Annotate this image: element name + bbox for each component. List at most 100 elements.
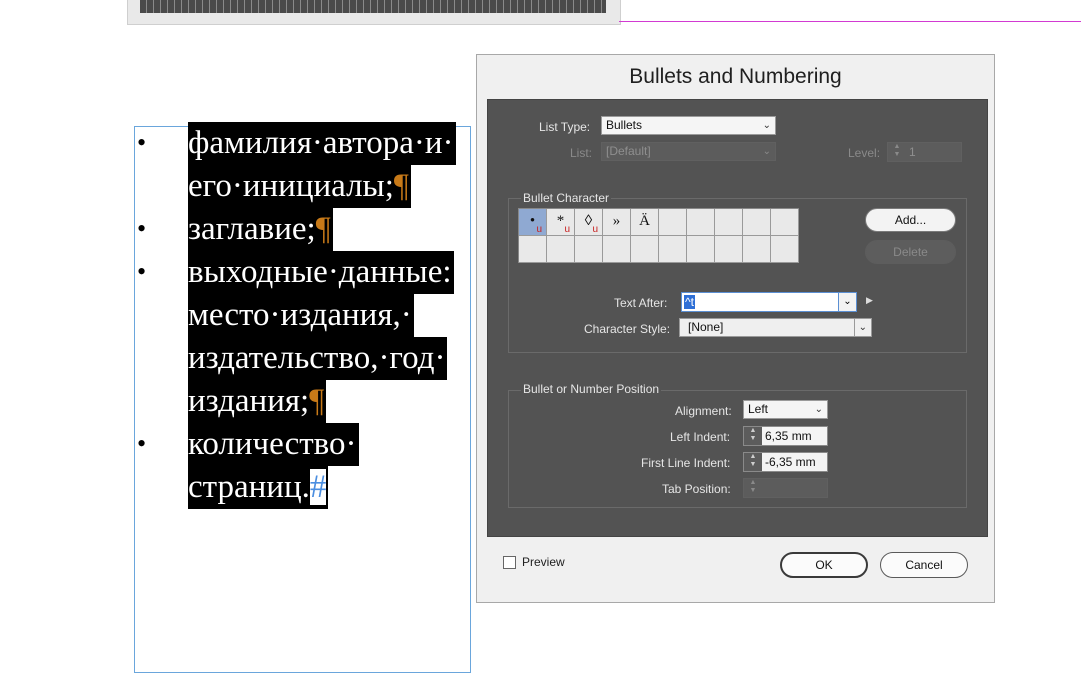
first-line-indent-label: First Line Indent: (641, 456, 731, 470)
line-text: его·инициалы; (188, 168, 394, 204)
dialog-title: Bullets and Numbering (629, 65, 842, 88)
bullet-glyph-cell-empty[interactable] (687, 209, 715, 236)
tab-position-label: Tab Position: (662, 482, 731, 496)
bullet-1: • (137, 128, 147, 157)
bullet-glyph-cell-empty[interactable] (743, 236, 771, 263)
bullet-glyph-cell-empty[interactable] (547, 236, 575, 263)
list-type-select[interactable]: Bullets ⌄ (601, 116, 776, 135)
list-label: List: (570, 146, 593, 160)
flyout-arrow-icon[interactable]: ▶ (866, 295, 873, 306)
glyph: Ä (639, 213, 650, 229)
bullet-glyph-cell-empty[interactable] (519, 236, 547, 263)
pilcrow-mark: ¶ (309, 383, 325, 419)
chevron-down-icon: ⌄ (853, 319, 867, 336)
bullet-glyph-cell[interactable]: » (603, 209, 631, 236)
line-text: место·издания,· (188, 297, 412, 333)
character-style-select[interactable]: [None] ⌄ (679, 318, 872, 337)
first-line-indent-value: -6,35 mm (762, 453, 827, 471)
left-indent-label: Left Indent: (670, 430, 731, 444)
glyph: * (556, 213, 565, 229)
chevron-down-icon[interactable]: ⌄ (838, 292, 857, 312)
bullet-character-title: Bullet Character (521, 191, 612, 205)
level-label: Level: (848, 146, 881, 160)
text-line[interactable]: заглавие;¶ (188, 208, 333, 251)
bullet-2: • (137, 214, 147, 243)
bullet-glyph-cell[interactable]: * u (547, 209, 575, 236)
ok-button[interactable]: OK (780, 552, 868, 578)
list-type-label: List Type: (539, 120, 591, 134)
left-indent-stepper[interactable]: ▲ ▼ 6,35 mm (743, 426, 828, 446)
text-after-input[interactable]: ^t (681, 292, 857, 312)
text-line[interactable]: место·издания,· (188, 294, 414, 337)
stepper-arrows-icon[interactable]: ▲ ▼ (744, 453, 763, 471)
chevron-down-icon: ⌄ (762, 146, 771, 157)
bullet-glyph-cell-empty[interactable] (575, 236, 603, 263)
control-panel-remnant (127, 0, 621, 25)
text-line[interactable]: издания;¶ (188, 380, 327, 423)
character-style-label: Character Style: (584, 322, 671, 336)
glyph-flag: u (564, 224, 570, 235)
text-line[interactable]: фамилия·автора·и· (188, 122, 456, 165)
cancel-button[interactable]: Cancel (880, 552, 968, 578)
list-select[interactable]: [Default] ⌄ (601, 142, 776, 161)
bullet-glyph-cell[interactable]: • u (519, 209, 547, 236)
glyph-flag: u (592, 224, 598, 235)
bullet-glyph-cell-empty[interactable] (687, 236, 715, 263)
stepper-arrows-icon[interactable]: ▲ ▼ (744, 479, 763, 497)
text-line[interactable]: страниц.# (188, 466, 329, 509)
pilcrow-mark: ¶ (315, 211, 331, 247)
line-text: количество· (188, 426, 357, 462)
bullets-and-numbering-dialog: Bullets and Numbering List Type: Bullets… (476, 54, 995, 603)
level-stepper[interactable]: ▲ ▼ 1 (887, 142, 962, 162)
alignment-label: Alignment: (675, 404, 732, 418)
tab-position-stepper[interactable]: ▲ ▼ (743, 478, 828, 498)
bullet-glyph-cell-empty[interactable] (603, 236, 631, 263)
tab-position-value (762, 479, 827, 497)
delete-glyph-button[interactable]: Delete (865, 240, 956, 264)
stepper-arrows-icon[interactable]: ▲ ▼ (888, 143, 907, 161)
bullet-3: • (137, 257, 147, 286)
end-of-story-mark: # (309, 469, 327, 505)
left-indent-value: 6,35 mm (762, 427, 827, 445)
text-line[interactable]: его·инициалы;¶ (188, 165, 411, 208)
bullet-glyph-cell-empty[interactable] (631, 236, 659, 263)
bullet-glyph-cell-empty[interactable] (659, 209, 687, 236)
preview-checkbox[interactable] (503, 556, 516, 569)
text-after-value: ^t (684, 295, 695, 309)
level-value: 1 (906, 143, 961, 161)
bullet-glyph-cell-empty[interactable] (715, 236, 743, 263)
first-line-indent-stepper[interactable]: ▲ ▼ -6,35 mm (743, 452, 828, 472)
line-text: заглавие; (188, 211, 316, 247)
alignment-select[interactable]: Left ⌄ (743, 400, 828, 419)
bullet-glyph-cell-empty[interactable] (659, 236, 687, 263)
character-style-value: [None] (688, 320, 724, 334)
bullet-glyph-cell-empty[interactable] (771, 209, 799, 236)
text-line[interactable]: количество· (188, 423, 359, 466)
bullet-glyph-cell[interactable]: ◊ u (575, 209, 603, 236)
alignment-value: Left (748, 402, 769, 416)
list-type-value: Bullets (606, 118, 643, 132)
text-line[interactable]: издательство,·год· (188, 337, 448, 380)
bullet-4: • (137, 429, 147, 458)
glyph: » (612, 213, 621, 229)
bullet-glyph-cell-empty[interactable] (771, 236, 799, 263)
add-glyph-button[interactable]: Add... (865, 208, 956, 232)
ruler (140, 0, 606, 13)
line-text: фамилия·автора·и· (188, 125, 454, 161)
text-line[interactable]: выходные·данные: (188, 251, 454, 294)
line-text: выходные·данные: (188, 254, 452, 290)
line-text: издания; (188, 383, 310, 419)
dialog-body: List Type: Bullets ⌄ List: [Default] ⌄ L… (487, 99, 988, 537)
chevron-down-icon: ⌄ (762, 120, 771, 131)
bullet-position-group (508, 390, 967, 508)
preview-label: Preview (522, 555, 565, 569)
bullet-glyph-cell[interactable]: Ä (631, 209, 659, 236)
bullet-position-title: Bullet or Number Position (521, 382, 662, 396)
bullet-glyph-cell-empty[interactable] (715, 209, 743, 236)
bullet-glyph-grid: • u * u ◊ u » Ä (518, 208, 799, 263)
stepper-arrows-icon[interactable]: ▲ ▼ (744, 427, 763, 445)
list-value: [Default] (606, 144, 651, 158)
glyph: ◊ (584, 213, 593, 229)
bullet-glyph-cell-empty[interactable] (743, 209, 771, 236)
pilcrow-mark: ¶ (393, 168, 409, 204)
